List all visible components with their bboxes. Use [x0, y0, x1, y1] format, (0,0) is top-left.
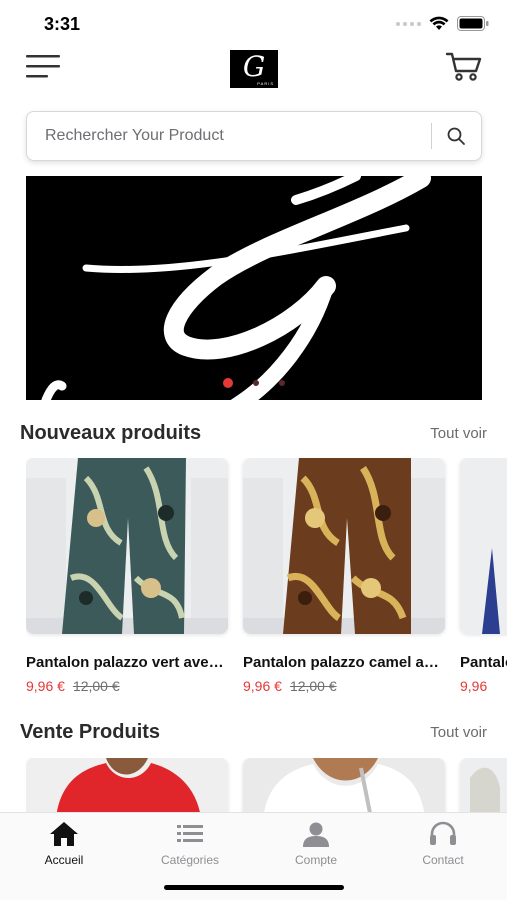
home-indicator — [164, 885, 344, 890]
status-icons — [396, 16, 489, 31]
signal-dots-icon — [396, 21, 421, 26]
shopping-cart-icon — [445, 52, 482, 81]
tab-label: Compte — [294, 853, 338, 867]
new-products-carousel: Pantalon palazzo vert avec motifs 9,96 €… — [26, 458, 507, 698]
user-icon — [303, 822, 329, 847]
cart-button[interactable] — [445, 50, 483, 82]
search-button[interactable] — [441, 123, 471, 149]
product-price: 9,96 — [460, 678, 487, 694]
list-icon — [177, 825, 203, 842]
carousel-dot[interactable] — [223, 378, 233, 388]
status-time: 3:31 — [44, 14, 81, 34]
carousel-dots — [26, 378, 482, 388]
product-card[interactable]: Pantalon palazzo vert avec motifs 9,96 €… — [26, 458, 228, 694]
search-icon — [447, 127, 465, 145]
product-name: Pantalon palazzo camel avec motifs — [243, 654, 445, 671]
section-title-new: Nouveaux produits — [20, 422, 202, 444]
battery-icon — [457, 16, 489, 31]
bottom-tab-bar: Accueil Catégories Compte Contact — [0, 812, 507, 900]
price-original: 12,00 € — [72, 678, 120, 694]
product-image — [243, 458, 445, 634]
carousel-dot[interactable] — [253, 380, 259, 386]
price-current: 9,96 € — [26, 678, 65, 694]
promo-banner[interactable] — [26, 176, 482, 400]
tab-label: Accueil — [44, 853, 84, 867]
product-card[interactable] — [460, 758, 507, 812]
product-card[interactable] — [243, 758, 445, 812]
product-price: 9,96 € 12,00 € — [26, 678, 120, 694]
price-current: 9,96 € — [243, 678, 282, 694]
banner-logo-graphic — [41, 176, 431, 400]
product-image — [243, 758, 445, 812]
sale-products-carousel — [26, 758, 507, 812]
tab-categories[interactable]: Catégories — [127, 821, 253, 873]
tab-label: Catégories — [160, 853, 220, 867]
tab-contact[interactable]: Contact — [380, 821, 506, 873]
logo-letter: G — [242, 50, 266, 83]
search-input[interactable] — [27, 112, 427, 160]
tab-compte[interactable]: Compte — [253, 821, 379, 873]
tab-accueil[interactable]: Accueil — [1, 821, 127, 873]
product-name: Pantalon palazzo bleu avec motifs — [460, 654, 507, 671]
logo-subtitle: PARIS — [257, 81, 274, 86]
hamburger-menu-icon — [26, 55, 60, 78]
product-image — [460, 758, 507, 812]
price-current: 9,96 — [460, 678, 488, 694]
wifi-icon — [429, 16, 449, 30]
status-bar: 3:31 — [0, 0, 507, 44]
product-price: 9,96 € 12,00 € — [243, 678, 337, 694]
headphones-icon — [430, 821, 456, 845]
product-image — [460, 458, 507, 634]
see-all-new-link[interactable]: Tout voir — [430, 425, 487, 442]
price-original: 12,00 € — [289, 678, 337, 694]
app-header: G PARIS — [0, 44, 507, 100]
product-card[interactable]: Pantalon palazzo camel avec motifs 9,96 … — [243, 458, 445, 694]
product-image — [26, 758, 228, 812]
section-title-sale: Vente Produits — [20, 721, 161, 743]
product-card[interactable]: Pantalon palazzo bleu avec motifs 9,96 — [460, 458, 507, 694]
search-divider — [431, 123, 432, 149]
product-image — [26, 458, 228, 634]
tab-label: Contact — [422, 853, 464, 867]
carousel-dot[interactable] — [279, 380, 285, 386]
search-bar — [26, 111, 482, 161]
home-icon — [50, 822, 78, 846]
menu-button[interactable] — [26, 52, 62, 80]
see-all-sale-link[interactable]: Tout voir — [430, 724, 487, 741]
product-name: Pantalon palazzo vert avec motifs — [26, 654, 228, 671]
brand-logo[interactable]: G PARIS — [230, 50, 278, 88]
product-card[interactable] — [26, 758, 228, 812]
